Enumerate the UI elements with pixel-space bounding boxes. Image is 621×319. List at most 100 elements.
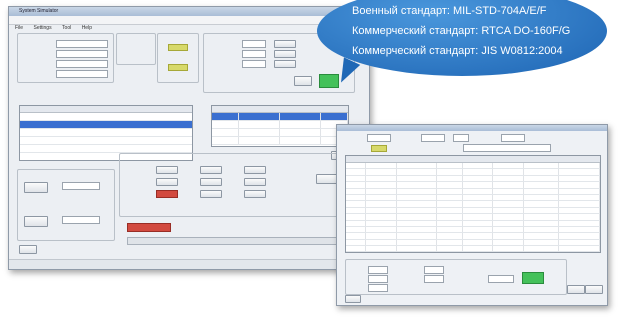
- main-window: System Simulator File Settings Tool Help: [8, 6, 370, 270]
- table-cell: [437, 214, 463, 220]
- category-select[interactable]: [56, 60, 108, 68]
- set-button-2[interactable]: [274, 50, 296, 58]
- table-cell: [397, 239, 438, 246]
- menu-tool[interactable]: Tool: [62, 24, 71, 32]
- sequence-toolbar-2: [341, 144, 603, 152]
- table-cell: [366, 214, 397, 220]
- seq-field-5[interactable]: [424, 275, 444, 283]
- table-cell: [437, 188, 463, 194]
- table-cell: [559, 226, 600, 233]
- voltage-field[interactable]: [242, 40, 266, 48]
- table-cell: [397, 220, 438, 226]
- table-cell: [493, 163, 524, 169]
- table-cell: [524, 252, 560, 253]
- table-cell: [366, 163, 397, 169]
- stop-button[interactable]: [24, 216, 48, 227]
- standard-select[interactable]: [56, 40, 108, 48]
- table-cell: [397, 252, 438, 253]
- list-item[interactable]: [20, 113, 192, 121]
- toolbar-field-3[interactable]: [453, 134, 469, 142]
- table-cell: [559, 214, 600, 220]
- seq-field-2[interactable]: [368, 275, 388, 283]
- table-cell: [366, 188, 397, 194]
- table-cell: [524, 207, 560, 214]
- sequence-cancel-button[interactable]: [585, 285, 603, 294]
- table-cell: [559, 207, 600, 214]
- callout-line-jis: Коммерческий стандарт: JIS W0812:2004: [352, 45, 563, 57]
- table-cell: [366, 226, 397, 233]
- table-cell: [493, 201, 524, 207]
- seq-field-6[interactable]: [488, 275, 514, 283]
- description-field[interactable]: [463, 144, 551, 152]
- table-cell: [346, 188, 367, 194]
- monitor-field-1: [156, 166, 178, 174]
- table-cell: [463, 214, 494, 220]
- list-item[interactable]: [20, 137, 192, 145]
- main-titlebar[interactable]: System Simulator: [9, 7, 369, 16]
- progress-bar: [127, 237, 355, 245]
- table-cell: [493, 214, 524, 220]
- table-cell: [346, 239, 367, 246]
- repeat-field[interactable]: [62, 182, 100, 190]
- set-button-1[interactable]: [274, 40, 296, 48]
- table-cell: [463, 252, 493, 253]
- table-cell: [493, 207, 524, 214]
- interval-field[interactable]: [62, 216, 100, 224]
- seq-field-4[interactable]: [424, 266, 444, 274]
- output-mode-indicator: [168, 44, 188, 51]
- toolbar-field-1[interactable]: [367, 134, 391, 142]
- table-cell: [524, 163, 560, 169]
- table-cell: [346, 214, 367, 220]
- list-item[interactable]: [20, 121, 192, 129]
- table-row[interactable]: [212, 137, 348, 145]
- sequence-exit-button[interactable]: [345, 295, 361, 303]
- table-cell: [524, 239, 560, 246]
- table-cell: [463, 163, 494, 169]
- table-cell: [397, 163, 438, 169]
- table-cell: [346, 169, 367, 175]
- table-cell: [397, 201, 438, 207]
- seq-field-1[interactable]: [368, 266, 388, 274]
- sequence-ok-button[interactable]: [567, 285, 585, 294]
- menu-settings[interactable]: Settings: [34, 24, 52, 32]
- start-button[interactable]: [24, 182, 48, 193]
- apply-button[interactable]: [294, 76, 312, 86]
- table-cell: [346, 246, 367, 252]
- table-cell: [397, 207, 438, 214]
- set-button-3[interactable]: [274, 60, 296, 68]
- step-table[interactable]: [211, 105, 349, 147]
- sequence-table[interactable]: [345, 155, 601, 253]
- table-row[interactable]: [212, 121, 348, 129]
- table-row[interactable]: [346, 252, 600, 253]
- monitor-field-4: [200, 178, 222, 186]
- table-cell: [493, 246, 524, 252]
- table-cell: [437, 201, 463, 207]
- table-cell: [397, 182, 438, 188]
- voltage-level-indicator: [168, 64, 188, 71]
- table-cell: [346, 252, 366, 253]
- table-cell: [524, 182, 560, 188]
- frequency-field[interactable]: [242, 60, 266, 68]
- list-item[interactable]: [20, 145, 192, 153]
- sub-category-select[interactable]: [56, 70, 108, 78]
- table-row[interactable]: [212, 129, 348, 137]
- seq-field-3[interactable]: [368, 284, 388, 292]
- sequence-editor-titlebar[interactable]: [337, 125, 607, 131]
- current-field[interactable]: [242, 50, 266, 58]
- menu-file[interactable]: File: [15, 24, 23, 32]
- waveform-select[interactable]: [56, 50, 108, 58]
- list-item[interactable]: [20, 129, 192, 137]
- table-cell: [524, 201, 560, 207]
- table-cell: [559, 220, 600, 226]
- toolbar-field-4[interactable]: [501, 134, 525, 142]
- exit-button[interactable]: [19, 245, 37, 254]
- toolbar-field-2[interactable]: [421, 134, 445, 142]
- monitor-field-7: [244, 178, 266, 186]
- table-row[interactable]: [212, 113, 348, 121]
- menu-help[interactable]: Help: [82, 24, 92, 32]
- table-cell: [559, 175, 600, 182]
- table-cell: [366, 207, 397, 214]
- table-cell: [437, 169, 463, 175]
- sequence-run-indicator[interactable]: [522, 272, 544, 284]
- toolbar-indicator: [371, 145, 387, 152]
